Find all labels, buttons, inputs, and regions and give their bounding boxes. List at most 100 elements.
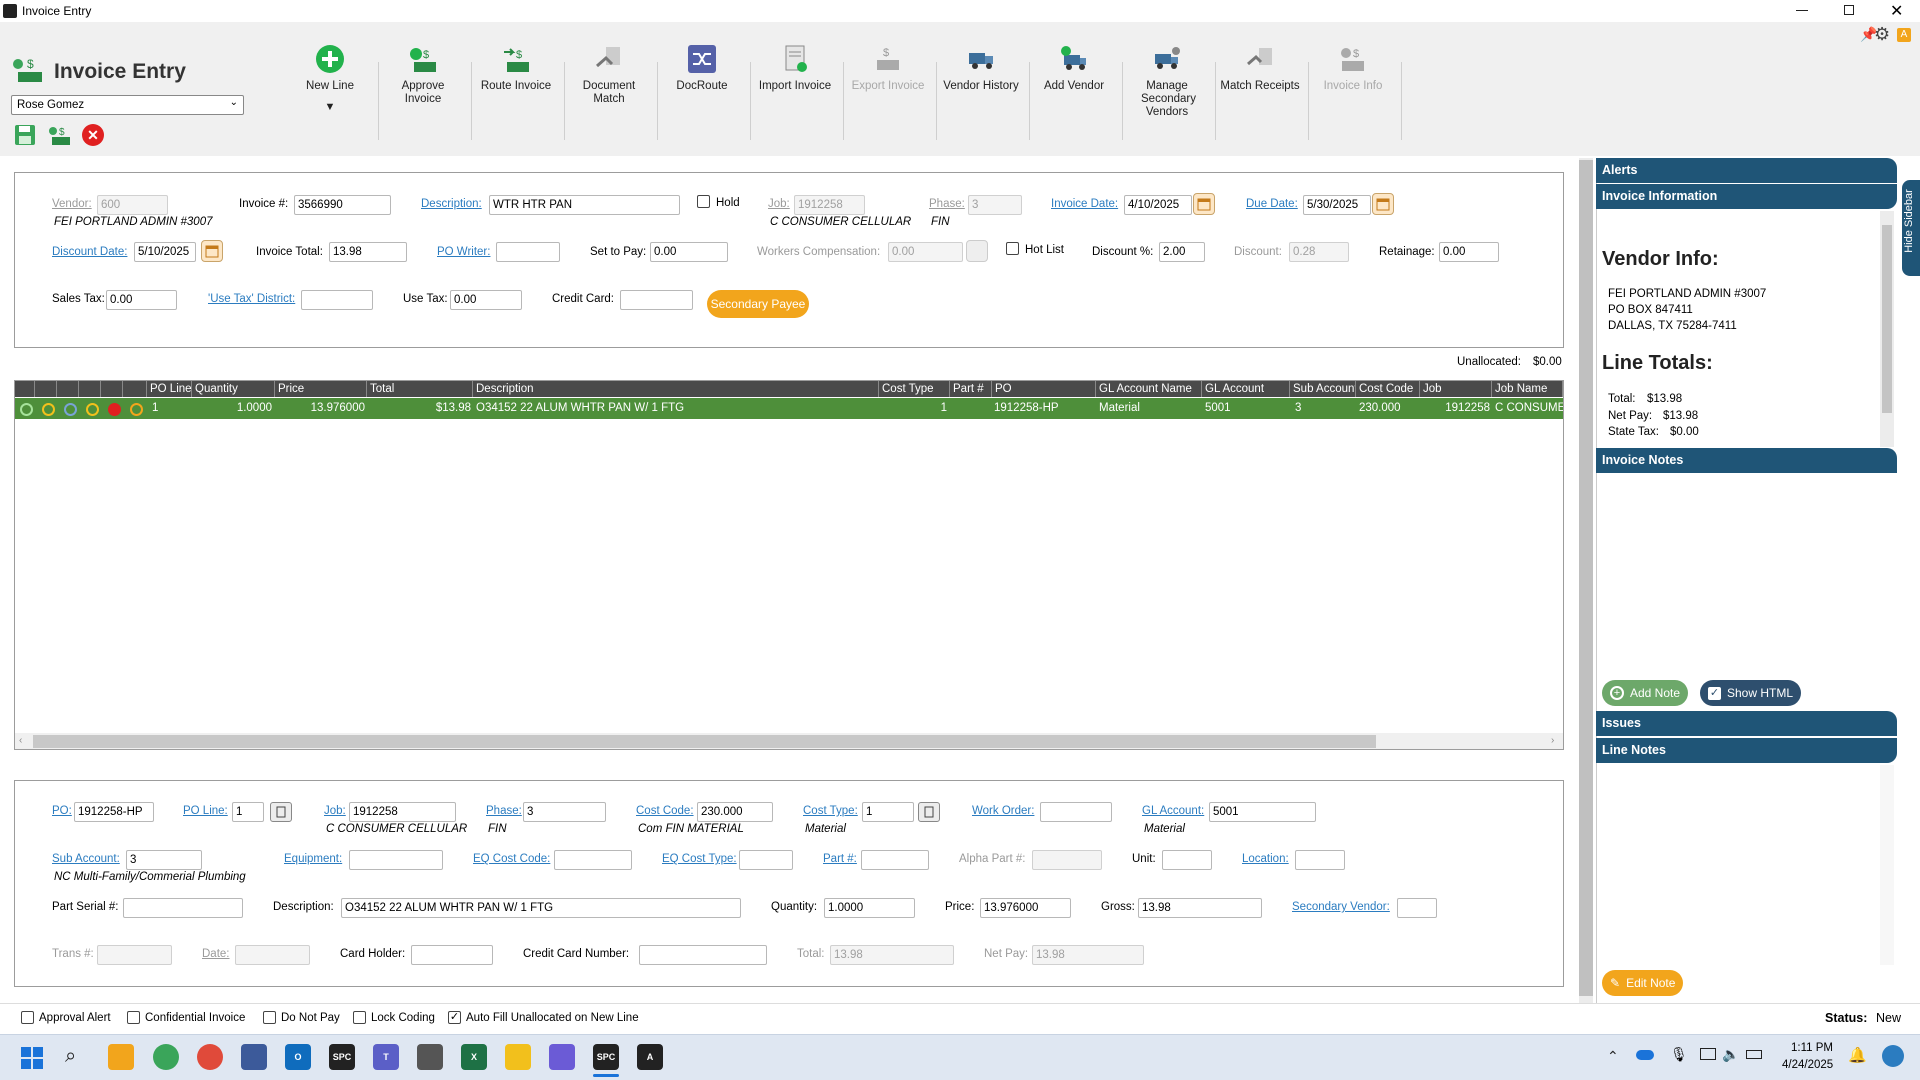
column-header[interactable]: PO — [992, 381, 1096, 397]
line-description-field[interactable] — [341, 898, 741, 918]
docroute-button[interactable]: DocRoute — [656, 36, 748, 146]
do-not-pay-checkbox[interactable] — [263, 1011, 276, 1024]
teams-icon[interactable]: T — [373, 1044, 399, 1070]
show-html-toggle[interactable]: ✓ Show HTML — [1700, 680, 1802, 706]
invoice-total-field[interactable] — [329, 242, 407, 262]
credit-card-field[interactable] — [620, 290, 693, 310]
eq-cost-code-field[interactable] — [554, 850, 632, 870]
job-field[interactable] — [794, 195, 865, 215]
windows-start-icon[interactable] — [21, 1047, 43, 1069]
date-field[interactable] — [235, 945, 310, 965]
vendor-history-button[interactable]: Vendor History — [935, 36, 1027, 146]
scrollbar-thumb[interactable] — [1882, 225, 1892, 413]
invoice-date-label[interactable]: Invoice Date: — [1051, 197, 1118, 211]
vendor-label[interactable]: Vendor: — [52, 197, 92, 211]
lock-coding-checkbox[interactable] — [353, 1011, 366, 1024]
po-label[interactable]: PO: — [52, 804, 72, 818]
excel-icon[interactable]: X — [461, 1044, 487, 1070]
document-match-button[interactable]: Document Match — [563, 36, 655, 146]
work-order-field[interactable] — [1040, 802, 1112, 822]
due-date-label[interactable]: Due Date: — [1246, 197, 1298, 211]
discount-date-field[interactable] — [134, 242, 196, 262]
set-to-pay-field[interactable] — [650, 242, 728, 262]
vendor-field[interactable] — [97, 195, 168, 215]
secondary-payee-button[interactable]: Secondary Payee — [707, 290, 809, 318]
invoice-number-field[interactable] — [294, 195, 391, 215]
import-invoice-button[interactable]: Import Invoice — [749, 36, 841, 146]
spc-icon[interactable]: SPC — [593, 1044, 619, 1070]
phase-label[interactable]: Phase: — [486, 804, 522, 818]
dropdown-arrow-icon[interactable]: ▼ — [284, 101, 376, 114]
scroll-right-icon[interactable]: › — [1551, 735, 1554, 746]
microphone-icon[interactable]: 🎙 — [1670, 1046, 1688, 1063]
discount-percent-field[interactable] — [1159, 242, 1205, 262]
eq-cost-type-label[interactable]: EQ Cost Type: — [662, 852, 737, 866]
column-header[interactable]: Price — [275, 381, 367, 397]
equipment-field[interactable] — [349, 850, 443, 870]
gl-account-label[interactable]: GL Account: — [1142, 804, 1204, 818]
cost-code-label[interactable]: Cost Code: — [636, 804, 694, 818]
column-header[interactable]: GL Account Name — [1096, 381, 1202, 397]
history-icon[interactable] — [42, 403, 55, 416]
work-order-label[interactable]: Work Order: — [972, 804, 1034, 818]
info-icon[interactable] — [64, 403, 77, 416]
workers-compensation-field[interactable] — [888, 242, 963, 262]
phase-field[interactable] — [523, 802, 606, 822]
due-date-field[interactable] — [1303, 195, 1371, 215]
sub-account-label[interactable]: Sub Account: — [52, 852, 120, 866]
cost-type-field[interactable] — [862, 802, 914, 822]
chevron-up-icon[interactable]: ⌃ — [1607, 1048, 1619, 1065]
outlook-icon[interactable]: O — [285, 1044, 311, 1070]
scroll-left-icon[interactable]: ‹ — [19, 735, 22, 746]
po-line-label[interactable]: PO Line: — [183, 804, 228, 818]
part-number-label[interactable]: Part #: — [823, 852, 857, 866]
export-invoice-button[interactable]: $ Export Invoice — [842, 36, 934, 146]
gross-field[interactable] — [1138, 898, 1262, 918]
add-icon[interactable] — [20, 403, 33, 416]
lookup-icon[interactable] — [270, 802, 292, 822]
taskbar-app-icon[interactable] — [241, 1044, 267, 1070]
calculator-icon[interactable] — [417, 1044, 443, 1070]
restore-icon[interactable] — [1844, 5, 1854, 15]
calendar-icon[interactable] — [1372, 193, 1394, 215]
column-header[interactable]: Sub Account — [1290, 381, 1356, 397]
edit-note-button[interactable]: ✎ Edit Note — [1602, 970, 1684, 996]
issues-header[interactable]: Issues — [1596, 711, 1897, 736]
trans-field[interactable] — [97, 945, 172, 965]
job-label[interactable]: Job: — [324, 804, 346, 818]
add-vendor-button[interactable]: Add Vendor — [1028, 36, 1120, 146]
match-receipts-button[interactable]: Match Receipts — [1214, 36, 1306, 146]
close-icon[interactable]: ✕ — [1890, 1, 1903, 21]
phase-label[interactable]: Phase: — [929, 197, 965, 211]
column-header[interactable]: Cost Code — [1356, 381, 1420, 397]
invoice-date-field[interactable] — [1124, 195, 1192, 215]
minimize-icon[interactable] — [1796, 10, 1808, 11]
quantity-field[interactable] — [824, 898, 915, 918]
onedrive-icon[interactable] — [1636, 1050, 1654, 1060]
new-line-button[interactable]: New Line ▼ — [284, 36, 376, 146]
column-header[interactable]: PO Line — [147, 381, 192, 397]
acrobat-icon[interactable]: A — [637, 1044, 663, 1070]
add-note-button[interactable]: + Add Note — [1602, 680, 1689, 706]
line-notes-scrollbar[interactable] — [1880, 765, 1894, 965]
column-header[interactable]: Part # — [950, 381, 992, 397]
discount-date-label[interactable]: Discount Date: — [52, 245, 127, 259]
description-field[interactable] — [489, 195, 680, 215]
warning-icon[interactable] — [130, 403, 143, 416]
search-icon[interactable]: ⌕ — [65, 1045, 76, 1068]
invoice-information-header[interactable]: Invoice Information — [1596, 184, 1897, 209]
eq-cost-code-label[interactable]: EQ Cost Code: — [473, 852, 550, 866]
location-field[interactable] — [1295, 850, 1345, 870]
sub-account-field[interactable] — [126, 850, 202, 870]
dollar-icon[interactable] — [86, 403, 99, 416]
secondary-vendor-label[interactable]: Secondary Vendor: — [1292, 900, 1390, 914]
cancel-icon[interactable]: ✕ — [82, 124, 104, 146]
use-tax-district-field[interactable] — [301, 290, 373, 310]
location-label[interactable]: Location: — [1242, 852, 1289, 866]
po-writer-field[interactable] — [496, 242, 560, 262]
card-holder-field[interactable] — [411, 945, 493, 965]
route-invoice-button[interactable]: $ Route Invoice — [470, 36, 562, 146]
column-header[interactable]: Total — [367, 381, 473, 397]
retainage-field[interactable] — [1439, 242, 1499, 262]
gear-icon[interactable]: ⚙ — [1874, 24, 1890, 45]
